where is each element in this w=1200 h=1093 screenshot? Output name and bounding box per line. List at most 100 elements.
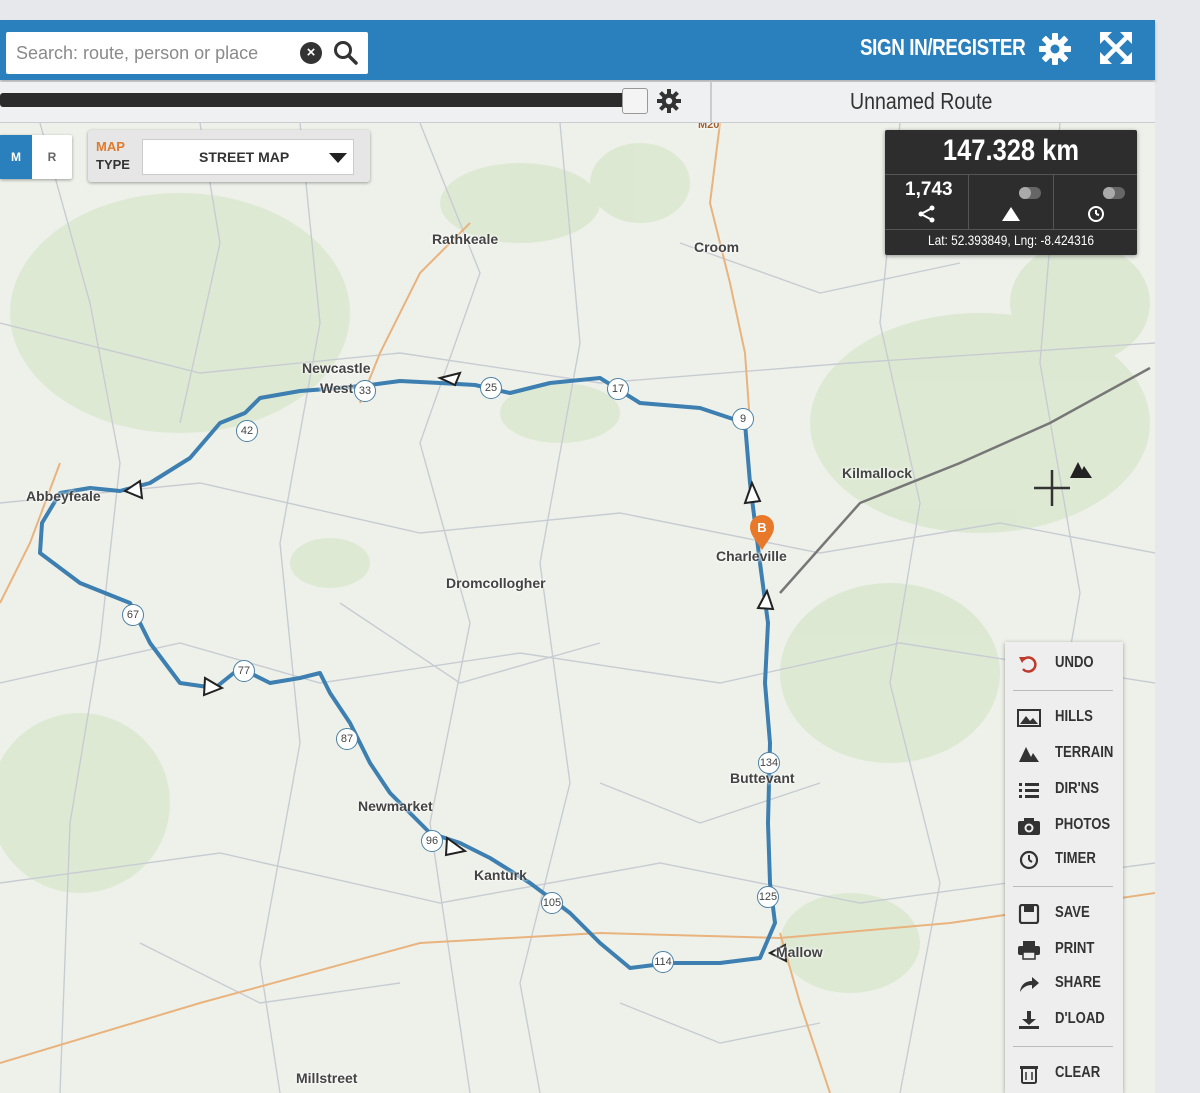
distance-marker: 33 xyxy=(354,380,376,402)
undo-label: UNDO xyxy=(1055,654,1094,671)
fullscreen-icon[interactable] xyxy=(1098,30,1134,66)
place-west: West xyxy=(320,380,354,396)
place-kanturk: Kanturk xyxy=(474,867,527,883)
distance-marker: 125 xyxy=(757,886,779,908)
end-marker-label: B xyxy=(757,520,766,535)
search-input[interactable] xyxy=(6,31,300,75)
place-newmarket: Newmarket xyxy=(358,798,433,814)
place-newcastle: Newcastle xyxy=(302,360,371,376)
timer-button[interactable]: TIMER xyxy=(1005,844,1123,876)
download-button[interactable]: D'LOAD xyxy=(1005,1004,1123,1036)
elevation-slider-track[interactable] xyxy=(0,93,630,107)
stats-row: 1,743 xyxy=(885,174,1137,230)
place-abbeyfeale: Abbeyfeale xyxy=(26,488,101,504)
trash-icon xyxy=(1020,1066,1038,1084)
clear-search-icon[interactable]: × xyxy=(300,42,322,64)
undo-icon xyxy=(1019,656,1037,673)
route-name[interactable]: Unnamed Route xyxy=(850,88,992,115)
menu-divider xyxy=(1013,690,1113,691)
mountain-icon xyxy=(1002,207,1021,221)
directions-button[interactable]: DIR'NS xyxy=(1005,774,1123,806)
save-disk-icon xyxy=(1018,904,1040,924)
cursor-coordinates: Lat: 52.393849, Lng: -8.424316 xyxy=(927,232,1095,248)
directions-label: DIR'NS xyxy=(1055,780,1099,797)
share-nodes-icon xyxy=(918,205,935,223)
place-millstreet: Millstreet xyxy=(296,1070,358,1086)
save-button[interactable]: SAVE xyxy=(1005,898,1123,930)
printer-icon xyxy=(1018,941,1040,960)
place-croom: Croom xyxy=(694,239,740,255)
clock-icon xyxy=(1019,850,1039,870)
distance-marker: 67 xyxy=(122,604,144,626)
end-marker-pin-icon[interactable]: B xyxy=(749,515,775,551)
top-bar: × SIGN IN/REGISTER xyxy=(0,20,1155,80)
map-svg xyxy=(0,123,1155,1093)
route-bar: Unnamed Route xyxy=(0,82,1155,123)
map-type-label-line2: TYPE xyxy=(96,157,130,172)
hills-button[interactable]: HILLS xyxy=(1005,702,1123,734)
clear-label: CLEAR xyxy=(1055,1064,1101,1081)
timer-toggle[interactable] xyxy=(1102,187,1125,199)
terrain-icon xyxy=(1019,747,1039,762)
distance-marker: 17 xyxy=(607,378,629,400)
photos-label: PHOTOS xyxy=(1055,816,1111,833)
map-mode-toggle: M R xyxy=(0,135,72,179)
share-arrow-icon xyxy=(1020,977,1039,992)
camera-icon xyxy=(1018,818,1040,835)
menu-divider xyxy=(1013,1046,1113,1047)
climb-value: 1,743 xyxy=(905,179,953,200)
distance-marker: 114 xyxy=(652,951,674,973)
place-dromcollogher: Dromcollogher xyxy=(446,575,546,591)
menu-divider xyxy=(1013,886,1113,887)
search-icon[interactable] xyxy=(332,39,360,67)
road-label-m20: M20 xyxy=(698,123,720,131)
clock-icon xyxy=(1087,206,1104,222)
print-button[interactable]: PRINT xyxy=(1005,934,1123,966)
route-settings-gear-icon[interactable] xyxy=(656,88,682,114)
route-distance: 147.328 km xyxy=(942,134,1080,167)
subbar-divider xyxy=(710,82,712,122)
share-label: SHARE xyxy=(1055,974,1101,991)
app-window: × SIGN IN/REGISTER xyxy=(0,0,1200,1093)
elevation-slider-handle[interactable] xyxy=(622,88,648,114)
undo-button[interactable]: UNDO xyxy=(1005,648,1123,680)
distance-marker: 105 xyxy=(541,892,563,914)
gear-icon[interactable] xyxy=(1038,32,1072,66)
chevron-down-icon[interactable] xyxy=(329,153,347,163)
elevation-toggle-cell[interactable] xyxy=(969,175,1054,229)
crosshair-terrain-icon xyxy=(1034,462,1092,506)
map-canvas[interactable]: Rathkeale Croom Newcastle West Kilmalloc… xyxy=(0,123,1155,1093)
timer-label: TIMER xyxy=(1055,850,1096,867)
print-label: PRINT xyxy=(1055,940,1095,957)
download-label: D'LOAD xyxy=(1055,1010,1105,1027)
terrain-button[interactable]: TERRAIN xyxy=(1005,738,1123,770)
download-icon xyxy=(1019,1011,1039,1029)
list-icon xyxy=(1019,783,1039,798)
sign-in-register-link[interactable]: SIGN IN/REGISTER xyxy=(860,34,1026,61)
share-button[interactable]: SHARE xyxy=(1005,968,1123,1000)
image-hills-icon xyxy=(1017,709,1041,727)
map-type-select[interactable]: STREET MAP xyxy=(142,139,354,175)
map-type-label: MAP TYPE xyxy=(96,138,130,174)
distance-marker: 25 xyxy=(480,377,502,399)
save-label: SAVE xyxy=(1055,904,1090,921)
elevation-toggle[interactable] xyxy=(1018,187,1041,199)
map-type-label-line1: MAP xyxy=(96,139,125,154)
search-box: × xyxy=(6,31,368,75)
distance-marker: 87 xyxy=(336,728,358,750)
map-mode-m-button[interactable]: M xyxy=(0,135,32,179)
route-stats-panel: 147.328 km 1,743 Lat: 52.393849, Lng: -8… xyxy=(885,130,1137,255)
distance-marker: 9 xyxy=(732,408,754,430)
climb-cell[interactable]: 1,743 xyxy=(885,175,970,229)
map-type-panel: MAP TYPE STREET MAP xyxy=(88,130,370,182)
distance-marker: 42 xyxy=(236,420,258,442)
timer-toggle-cell[interactable] xyxy=(1054,175,1137,229)
distance-marker: 134 xyxy=(758,752,780,774)
hills-label: HILLS xyxy=(1055,708,1093,725)
clear-button[interactable]: CLEAR xyxy=(1005,1058,1123,1090)
map-type-selected-value: STREET MAP xyxy=(199,149,290,165)
map-mode-r-button[interactable]: R xyxy=(32,135,72,179)
place-rathkeale: Rathkeale xyxy=(432,231,499,247)
side-menu: UNDO HILLS TERRAIN DIR'NS PHOTOS TIMER S… xyxy=(1005,642,1123,1093)
photos-button[interactable]: PHOTOS xyxy=(1005,810,1123,842)
